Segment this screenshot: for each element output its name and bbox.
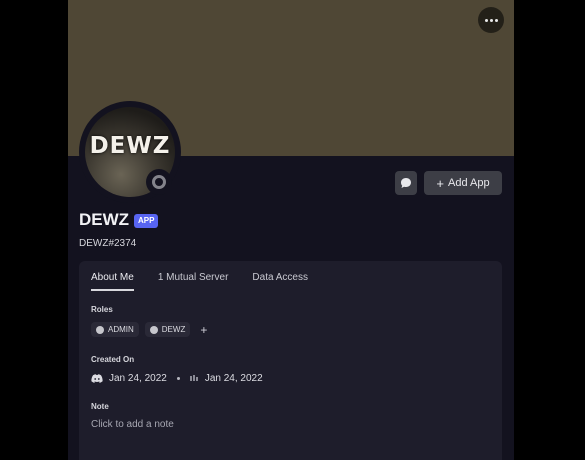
message-icon — [401, 178, 411, 188]
roles-heading: Roles — [91, 305, 113, 314]
note-heading: Note — [91, 402, 109, 411]
discord-icon — [91, 373, 103, 384]
plus-icon: + — [436, 175, 444, 191]
role-dewz[interactable]: DEWZ — [144, 322, 191, 337]
offline-status-icon — [152, 175, 166, 189]
server-icon — [189, 375, 199, 382]
add-app-button[interactable]: + Add App — [424, 171, 502, 195]
created-on-heading: Created On — [91, 355, 135, 364]
role-color-icon — [96, 325, 104, 334]
role-label: DEWZ — [161, 325, 186, 334]
user-profile-card: DEWZ + Add App DEWZ APP DEWZ#2374 About … — [68, 0, 514, 460]
backdrop-left — [0, 0, 68, 460]
more-icon-dot — [494, 18, 498, 22]
tab-data-access[interactable]: Data Access — [252, 272, 308, 291]
note-input[interactable]: Click to add a note — [91, 419, 174, 430]
profile-tabs: About Me 1 Mutual Server Data Access — [91, 272, 332, 291]
role-admin[interactable]: ADMIN — [91, 322, 139, 337]
more-icon-dot — [489, 18, 493, 22]
tab-about-me[interactable]: About Me — [91, 272, 134, 291]
profile-info-panel: About Me 1 Mutual Server Data Access Rol… — [79, 261, 502, 460]
separator-dot — [176, 377, 180, 380]
roles-list: ADMIN DEWZ + — [91, 322, 211, 337]
role-color-icon — [149, 325, 158, 334]
display-name: DEWZ — [79, 210, 130, 229]
created-on-row: Jan 24, 2022 Jan 24, 2022 — [91, 373, 263, 384]
message-button[interactable] — [395, 171, 417, 195]
server-join-date: Jan 24, 2022 — [204, 373, 263, 384]
tab-mutual-servers[interactable]: 1 Mutual Server — [158, 272, 229, 291]
more-options-button[interactable] — [478, 7, 504, 33]
status-indicator — [146, 169, 172, 195]
more-icon — [484, 18, 488, 22]
discord-join-date: Jan 24, 2022 — [109, 373, 167, 384]
role-label: ADMIN — [108, 325, 134, 334]
avatar-logo-text: DEWZ — [89, 133, 171, 159]
app-badge: APP — [134, 214, 159, 228]
add-role-button[interactable]: + — [196, 323, 211, 337]
username[interactable]: DEWZ#2374 — [79, 238, 136, 249]
add-app-label: Add App — [448, 177, 490, 189]
backdrop-right — [514, 0, 585, 460]
